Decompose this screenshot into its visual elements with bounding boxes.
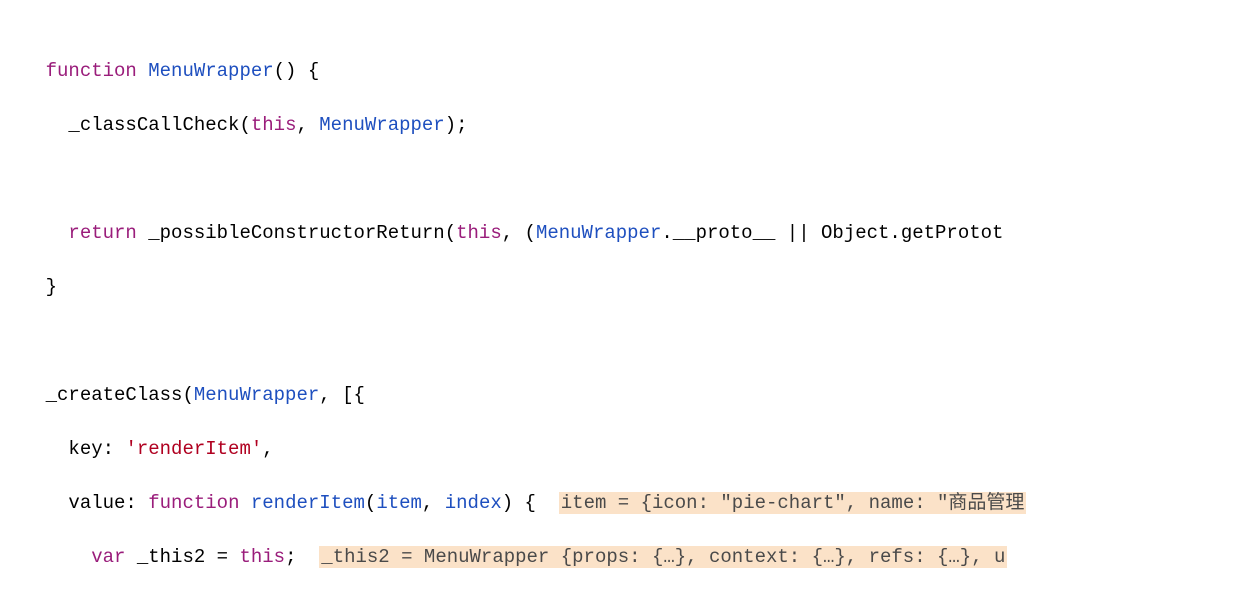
operator-or: || — [775, 222, 821, 244]
code-line[interactable]: } — [0, 274, 1260, 301]
object-key: key: — [68, 438, 125, 460]
punctuation: , — [262, 438, 273, 460]
code-line[interactable]: key: 'renderItem', — [0, 436, 1260, 463]
call-classcallcheck: _classCallCheck — [68, 114, 239, 136]
punctuation: () { — [274, 60, 320, 82]
code-line[interactable]: _classCallCheck(this, MenuWrapper); — [0, 112, 1260, 139]
param-index: index — [445, 492, 502, 514]
keyword-this: this — [456, 222, 502, 244]
keyword-function: function — [148, 492, 239, 514]
code-line[interactable]: return _possibleConstructorReturn(this, … — [0, 220, 1260, 247]
debug-inlay-this2[interactable]: _this2 = MenuWrapper {props: {…}, contex… — [319, 546, 1007, 568]
code-line[interactable] — [0, 328, 1260, 355]
call-getprototype: Object.getProtot — [821, 222, 1003, 244]
punctuation: , — [296, 114, 319, 136]
object-key-value: value: — [68, 492, 148, 514]
identifier-renderitem: renderItem — [251, 492, 365, 514]
brace-close: } — [46, 276, 57, 298]
call-possibleconstructorreturn: _possibleConstructorReturn — [148, 222, 444, 244]
punctuation: ); — [445, 114, 468, 136]
code-line[interactable] — [0, 166, 1260, 193]
code-line[interactable]: function MenuWrapper() { — [0, 58, 1260, 85]
punctuation: , — [422, 492, 445, 514]
string-renderitem: 'renderItem' — [125, 438, 262, 460]
var-this2: _this2 = — [125, 546, 239, 568]
keyword-function: function — [46, 60, 137, 82]
identifier-menuwrapper: MenuWrapper — [536, 222, 661, 244]
call-createclass: _createClass — [46, 384, 183, 406]
paren-open: ( — [365, 492, 376, 514]
identifier-menuwrapper: MenuWrapper — [319, 114, 444, 136]
property-proto: .__proto__ — [661, 222, 775, 244]
param-item: item — [376, 492, 422, 514]
code-editor[interactable]: function MenuWrapper() { _classCallCheck… — [0, 0, 1260, 600]
punctuation: , [{ — [319, 384, 365, 406]
keyword-return: return — [68, 222, 136, 244]
identifier-menuwrapper: MenuWrapper — [148, 60, 273, 82]
debug-inlay-item[interactable]: item = {icon: "pie-chart", name: "商品管理 — [559, 492, 1027, 514]
keyword-this: this — [239, 546, 285, 568]
code-line[interactable]: var _this2 = this; _this2 = MenuWrapper … — [0, 544, 1260, 571]
code-line[interactable]: _createClass(MenuWrapper, [{ — [0, 382, 1260, 409]
keyword-this: this — [251, 114, 297, 136]
punctuation: ) { — [502, 492, 559, 514]
code-line[interactable]: value: function renderItem(item, index) … — [0, 490, 1260, 517]
keyword-var: var — [91, 546, 125, 568]
punctuation: ; — [285, 546, 319, 568]
identifier-menuwrapper: MenuWrapper — [194, 384, 319, 406]
